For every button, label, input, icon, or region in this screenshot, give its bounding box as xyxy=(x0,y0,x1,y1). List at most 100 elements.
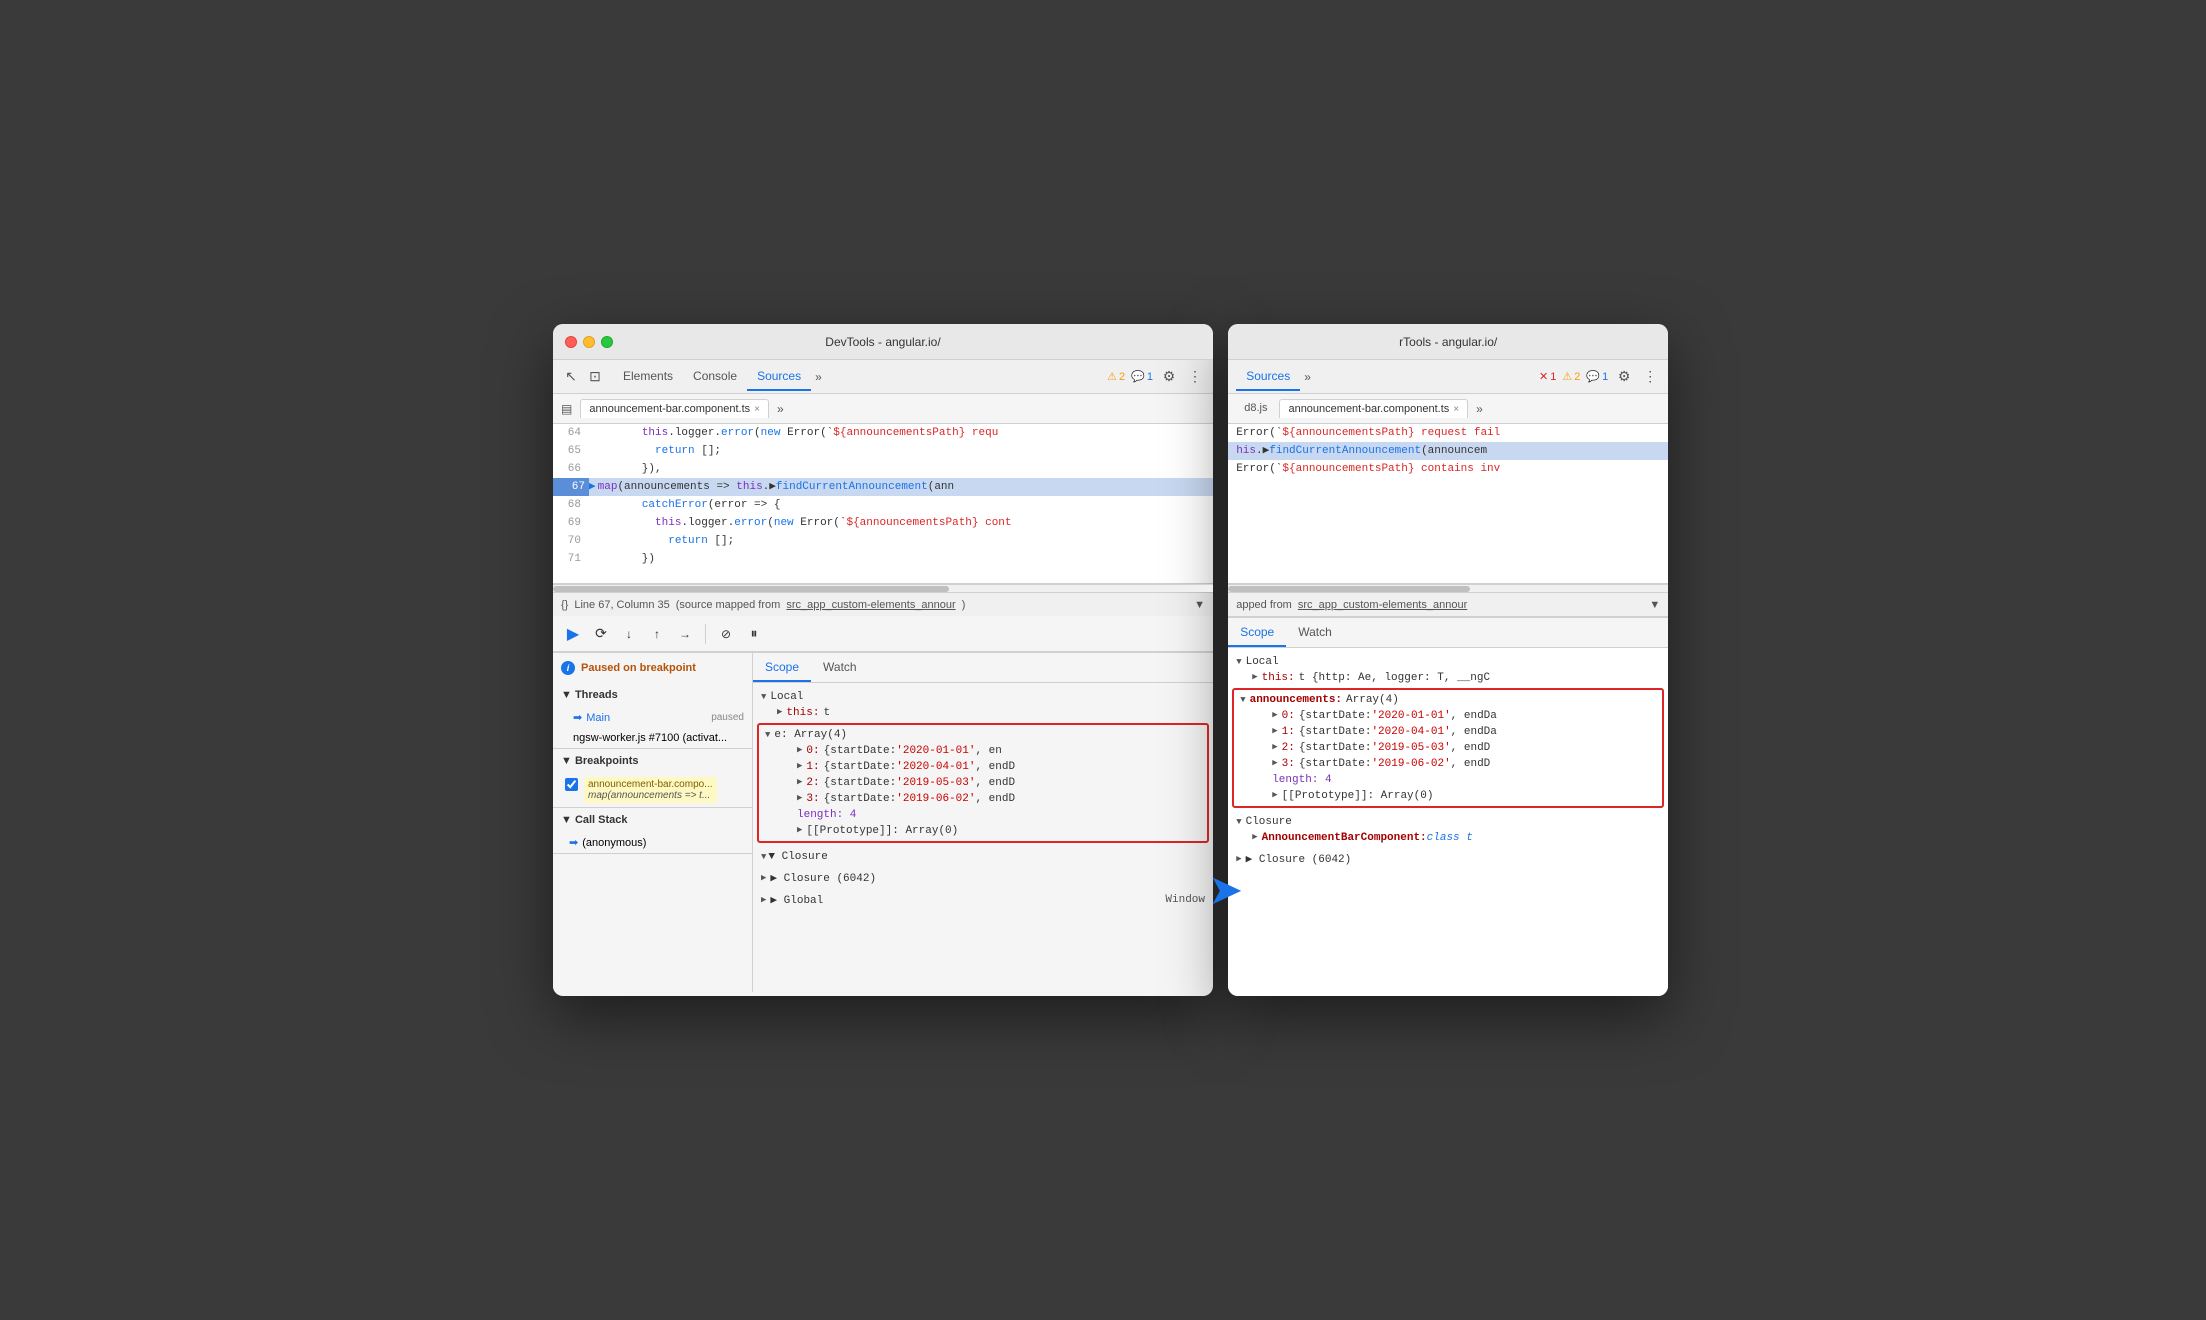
right-code-line-1: Error(`${announcementsPath} request fail xyxy=(1228,424,1668,442)
call-stack-header[interactable]: ▼ Call Stack xyxy=(553,808,752,832)
status-label-right: apped from xyxy=(1236,599,1292,611)
paused-notice: i Paused on breakpoint xyxy=(553,653,752,683)
main-tab-bar-left: ↖ ⊡ Elements Console Sources » ⚠ 2 💬 1 ⚙… xyxy=(553,360,1213,394)
tab-bar-icons: ↖ ⊡ xyxy=(561,367,605,387)
file-tab-close-right[interactable]: × xyxy=(1453,404,1459,415)
code-scrollbar-left[interactable] xyxy=(553,584,1213,592)
local-group-right: ▼ Local ▶ this: t {http: Ae, logger: T, … xyxy=(1228,652,1668,812)
info-icon: i xyxy=(561,661,575,675)
file-tab-name-right: announcement-bar.component.ts xyxy=(1288,403,1449,415)
bp-item[interactable]: announcement-bar.compo... map(announceme… xyxy=(553,773,752,807)
global-header[interactable]: ▶ ▶ Global Window xyxy=(753,891,1213,909)
tab-sources[interactable]: Sources xyxy=(747,363,811,391)
worker-thread-item[interactable]: ngsw-worker.js #7100 (activat... xyxy=(553,728,752,748)
format-button[interactable]: {} xyxy=(561,599,568,611)
code-line-68: 68 catchError(error => { xyxy=(553,496,1213,514)
announcements-array-box: ▼ announcements: Array(4) ▶ 0: {startDat… xyxy=(1232,688,1664,808)
global-value: Window xyxy=(1165,894,1205,906)
source-mapped-link[interactable]: src_app_custom-elements_annour xyxy=(786,599,955,611)
breakpoints-header[interactable]: ▼ Breakpoints xyxy=(553,749,752,773)
closure-header-right[interactable]: ▼ Closure xyxy=(1228,814,1668,830)
status-bar-left: {} Line 67, Column 35 (source mapped fro… xyxy=(553,592,1213,616)
file-tab-more-right[interactable]: » xyxy=(1472,398,1487,420)
scope-tab-right[interactable]: Scope xyxy=(1228,619,1286,647)
code-line-69: 69 this.logger.error(new Error(`${announ… xyxy=(553,514,1213,532)
panel-toggle-icon[interactable]: ▤ xyxy=(561,402,572,416)
ann-component-item: ▶ AnnouncementBarComponent: class t xyxy=(1228,830,1668,846)
threads-header[interactable]: ▼ Threads xyxy=(553,683,752,707)
blue-arrow-container: ➤ xyxy=(1208,784,1243,996)
chat-badge: 💬 1 xyxy=(1131,370,1153,383)
warning-icon-right: ⚠ xyxy=(1562,370,1572,383)
code-scrollbar-right[interactable] xyxy=(1228,584,1668,592)
source-mapped-link-right[interactable]: src_app_custom-elements_annour xyxy=(1298,599,1467,611)
closure2-header[interactable]: ▶ ▶ Closure (6042) xyxy=(753,869,1213,887)
more-options-icon-right[interactable]: ⋮ xyxy=(1640,367,1660,387)
step-out-btn[interactable]: ↑ xyxy=(645,622,669,646)
scrollbar-thumb-right[interactable] xyxy=(1228,586,1470,592)
left-devtools-window: DevTools - angular.io/ ↖ ⊡ Elements Cons… xyxy=(553,324,1213,996)
layers-icon[interactable]: ⊡ xyxy=(585,367,605,387)
code-line-67: 67 ▶ map(announcements => this.▶findCurr… xyxy=(553,478,1213,496)
this-item-right: ▶ this: t {http: Ae, logger: T, __ngC xyxy=(1228,670,1668,686)
pause-btn[interactable]: ⏸ xyxy=(742,622,766,646)
status-expand-btn[interactable]: ▼ xyxy=(1194,599,1205,611)
breakpoints-section: ▼ Breakpoints announcement-bar.compo... … xyxy=(553,749,752,808)
tab-badges-right: ✕ 1 ⚠ 2 💬 1 ⚙ ⋮ xyxy=(1539,367,1660,387)
maximize-button[interactable] xyxy=(601,336,613,348)
lower-area-right: Scope Watch ▼ Local ▶ this: t {http: Ae, xyxy=(1228,616,1668,996)
status-expand-btn-right[interactable]: ▼ xyxy=(1649,599,1660,611)
tab-sources-right[interactable]: Sources xyxy=(1236,363,1300,391)
local-group: ▼ Local ▶ this: t ▼ e: Array(4) xyxy=(753,687,1213,847)
settings-icon[interactable]: ⚙ xyxy=(1159,367,1179,387)
settings-icon-right[interactable]: ⚙ xyxy=(1614,367,1634,387)
announcements-header[interactable]: ▼ announcements: Array(4) xyxy=(1236,692,1660,708)
this-item: ▶ this: t xyxy=(753,705,1213,721)
right-code-line-2: his.▶findCurrentAnnouncement(announcem xyxy=(1228,442,1668,460)
main-thread-item[interactable]: ➡ Main paused xyxy=(553,707,752,728)
close-button[interactable] xyxy=(565,336,577,348)
more-options-icon[interactable]: ⋮ xyxy=(1185,367,1205,387)
local-header-right[interactable]: ▼ Local xyxy=(1228,654,1668,670)
file-tab-bar-right: d8.js announcement-bar.component.ts × » xyxy=(1228,394,1668,424)
local-arrow: ▼ xyxy=(761,692,766,702)
call-item-anonymous[interactable]: ➡ (anonymous) xyxy=(553,832,752,853)
resume-btn[interactable]: ▶ xyxy=(561,622,585,646)
e-array-header[interactable]: ▼ e: Array(4) xyxy=(761,727,1205,743)
bp-checkbox[interactable] xyxy=(565,778,578,791)
file-tab-d8js[interactable]: d8.js xyxy=(1236,399,1275,419)
tab-more-left[interactable]: » xyxy=(811,366,826,388)
e-item-1: ▶ 1: {startDate: '2020-04-01' , endD xyxy=(761,759,1205,775)
tab-more-right[interactable]: » xyxy=(1300,366,1315,388)
main-tab-bar-right: Sources » ✕ 1 ⚠ 2 💬 1 ⚙ ⋮ xyxy=(1228,360,1668,394)
code-view-left: 64 this.logger.error(new Error(`${announ… xyxy=(553,424,1213,584)
tab-elements[interactable]: Elements xyxy=(613,363,683,391)
local-header[interactable]: ▼ Local xyxy=(753,689,1213,705)
window-title-left: DevTools - angular.io/ xyxy=(825,335,940,349)
minimize-button[interactable] xyxy=(583,336,595,348)
step-into-btn[interactable]: ↓ xyxy=(617,622,641,646)
call-arrow-icon: ➡ xyxy=(569,836,578,849)
step-btn[interactable]: → xyxy=(673,622,697,646)
cursor-icon[interactable]: ↖ xyxy=(561,367,581,387)
file-tab-close[interactable]: × xyxy=(754,404,760,415)
scope-content-right: ▼ Local ▶ this: t {http: Ae, logger: T, … xyxy=(1228,648,1668,996)
chat-badge-right: 💬 1 xyxy=(1586,370,1608,383)
step-over-btn[interactable]: ⟳ xyxy=(589,622,613,646)
scrollbar-thumb[interactable] xyxy=(553,586,949,592)
scope-panel-wrap: Scope Watch ▼ Local ▶ this: t xyxy=(753,652,1213,992)
watch-tab[interactable]: Watch xyxy=(811,654,869,682)
status-bar-right: apped from src_app_custom-elements_annou… xyxy=(1228,592,1668,616)
right-code-line-3: Error(`${announcementsPath} contains inv xyxy=(1228,460,1668,478)
file-tab-announcement[interactable]: announcement-bar.component.ts × xyxy=(580,399,769,418)
tab-console[interactable]: Console xyxy=(683,363,747,391)
file-tab-more[interactable]: » xyxy=(773,398,788,420)
breakpoints-btn[interactable]: ⊘ xyxy=(714,622,738,646)
code-line-66: 66 }), xyxy=(553,460,1213,478)
scope-tab[interactable]: Scope xyxy=(753,654,811,682)
closure-header[interactable]: ▼ ▼ Closure xyxy=(753,849,1213,865)
file-tab-announcement-right[interactable]: announcement-bar.component.ts × xyxy=(1279,399,1468,418)
code-line-70: 70 return []; xyxy=(553,532,1213,550)
closure2-header-right[interactable]: ▶ ▶ Closure (6042) xyxy=(1228,850,1668,868)
watch-tab-right[interactable]: Watch xyxy=(1286,619,1344,647)
